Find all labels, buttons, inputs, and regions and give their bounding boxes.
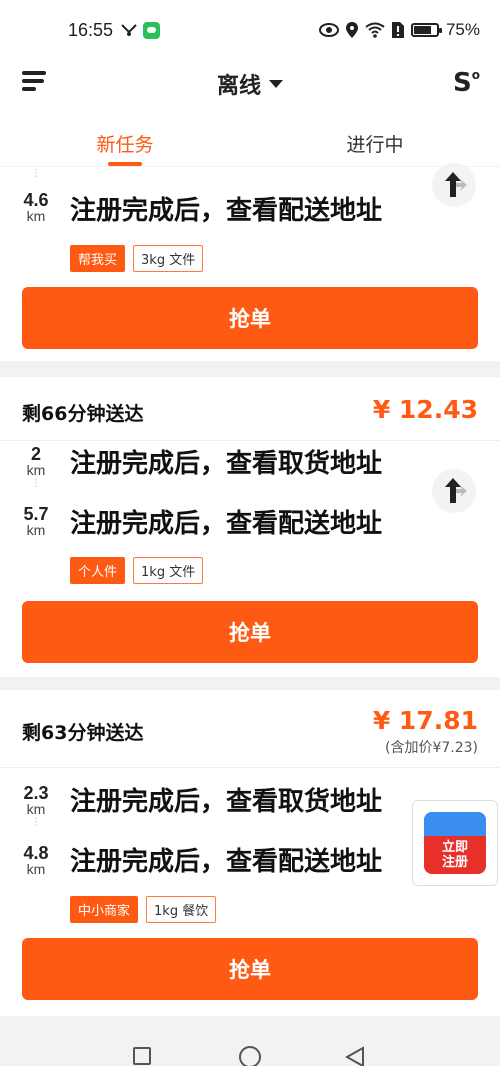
battery-percent: 75% [445,20,480,39]
battery-icon [410,23,442,37]
delivery-deadline: 剩63分钟送达 [22,722,144,744]
home-icon[interactable] [239,1046,261,1066]
clock: 16:55 [68,19,114,40]
delivery-address: 注册完成后，查看配送地址 [70,509,383,539]
app-header: 离线 So [0,60,500,108]
menu-icon[interactable] [22,71,46,93]
delivery-distance: 5.7 km [23,504,49,538]
missed-call-icon [121,24,137,36]
online-status-dropdown[interactable]: 离线 [217,68,283,100]
order-header: 剩66分钟送达 ¥ 12.43 [0,377,500,441]
delivery-address: 注册完成后，查看配送地址 [70,196,383,226]
order-tags: 帮我买 3kg 文件 [70,245,204,272]
route-s-icon[interactable]: So [453,68,480,98]
delivery-address: 注册完成后，查看配送地址 [70,847,383,877]
route-dots: ⋮ [31,817,41,828]
order-tags: 中小商家 1kg 餐饮 [70,896,217,923]
tab-new-tasks[interactable]: 新任务 [0,108,250,166]
back-icon[interactable] [344,1046,366,1066]
pickup-distance: 2 km [26,444,46,478]
pickup-address: 注册完成后，查看取货地址 [70,787,383,817]
weight-category-tag: 1kg 餐饮 [146,896,217,923]
pickup-address: 注册完成后，查看取货地址 [70,449,383,479]
location-icon [345,22,358,38]
route-dots: ⋮ [31,168,41,179]
grab-order-button[interactable]: 抢单 [22,287,478,349]
wechat-notification-icon [143,21,161,39]
order-price: ¥ 17.81 [372,706,478,735]
chevron-down-icon [269,80,283,88]
navigation-arrow-icon[interactable] [432,469,476,513]
system-nav-bar [0,1022,500,1066]
weight-category-tag: 3kg 文件 [133,245,204,272]
route-dots: ⋮ [31,478,41,489]
pickup-distance: 2.3 km [23,783,49,817]
wifi-icon [365,22,385,38]
system-status-bar: 16:55 75% [0,0,500,60]
delivery-distance: 4.8 km [23,843,49,877]
order-type-tag: 中小商家 [70,896,139,923]
order-header: 剩63分钟送达 ¥ 17.81 (含加价¥7.23) [0,690,500,768]
delivery-deadline: 剩66分钟送达 [22,403,144,425]
eye-icon [318,23,339,37]
price-surcharge-note: (含加价¥7.23) [384,740,478,756]
register-promo-button[interactable]: 立即 注册 [412,800,498,886]
sim-alert-icon [391,22,404,38]
navigation-arrow-icon[interactable] [432,163,476,207]
order-card[interactable]: 剩66分钟送达 ¥ 12.43 2 km 注册完成后，查看取货地址 ⋮ 5.7 … [0,377,500,677]
recents-icon[interactable] [133,1047,151,1065]
tab-bar: 新任务 进行中 [0,108,500,166]
order-card[interactable]: ⋮ 4.6 km 注册完成后，查看配送地址 帮我买 3kg 文件 抢单 [0,163,500,361]
grab-order-button[interactable]: 抢单 [22,601,478,663]
register-promo-icon: 立即 注册 [424,812,486,874]
tab-in-progress[interactable]: 进行中 [250,108,500,166]
order-tags: 个人件 1kg 文件 [70,557,204,584]
grab-order-button[interactable]: 抢单 [22,938,478,1000]
distance: 4.6 km [23,190,49,224]
online-status-label: 离线 [216,74,261,99]
weight-category-tag: 1kg 文件 [133,557,204,584]
order-type-tag: 个人件 [70,557,126,584]
order-stop: 4.6 km 注册完成后，查看配送地址 [0,191,500,251]
order-price: ¥ 12.43 [372,395,478,424]
order-type-tag: 帮我买 [70,245,126,272]
